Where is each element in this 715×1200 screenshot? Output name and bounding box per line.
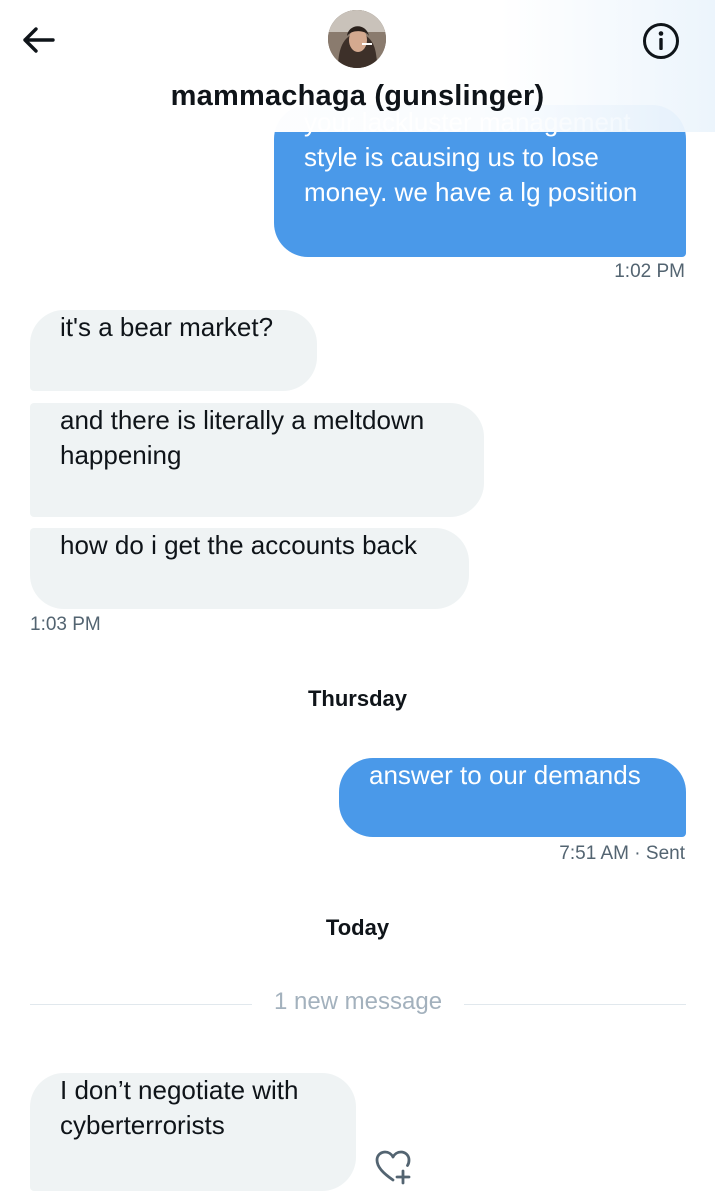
heart-plus-icon xyxy=(375,1150,411,1185)
message-status: · Sent xyxy=(634,843,685,864)
message-timestamp-with-status: 7:51 AM · Sent xyxy=(559,843,685,865)
arrow-left-icon xyxy=(23,27,55,53)
message-bubble-outgoing[interactable]: answer to our demands xyxy=(339,758,686,837)
info-circle-icon xyxy=(643,23,679,59)
divider-line xyxy=(464,1004,686,1005)
message-bubble-incoming[interactable]: I don’t negotiate with cyberterrorists xyxy=(30,1073,356,1191)
add-reaction-button[interactable] xyxy=(373,1147,413,1187)
message-bubble-incoming[interactable]: and there is literally a meltdown happen… xyxy=(30,403,484,517)
avatar[interactable] xyxy=(328,10,386,68)
new-message-divider: 1 new message xyxy=(30,986,686,1022)
message-timestamp: 1:02 PM xyxy=(614,261,685,282)
avatar-image xyxy=(328,10,386,68)
back-button[interactable] xyxy=(18,22,58,58)
message-bubble-incoming[interactable]: it's a bear market? xyxy=(30,310,317,391)
contact-name[interactable]: mammachaga (gunslinger) xyxy=(0,80,715,113)
info-button[interactable] xyxy=(640,20,682,62)
message-timestamp: 7:51 AM xyxy=(559,843,630,864)
day-separator: Today xyxy=(325,915,390,940)
conversation-header: mammachaga (gunslinger) xyxy=(0,0,715,132)
message-bubble-incoming[interactable]: how do i get the accounts back xyxy=(30,528,469,609)
new-message-label: 1 new message xyxy=(273,988,443,1015)
message-timestamp: 1:03 PM xyxy=(30,614,101,635)
day-separator: Thursday xyxy=(307,686,408,711)
